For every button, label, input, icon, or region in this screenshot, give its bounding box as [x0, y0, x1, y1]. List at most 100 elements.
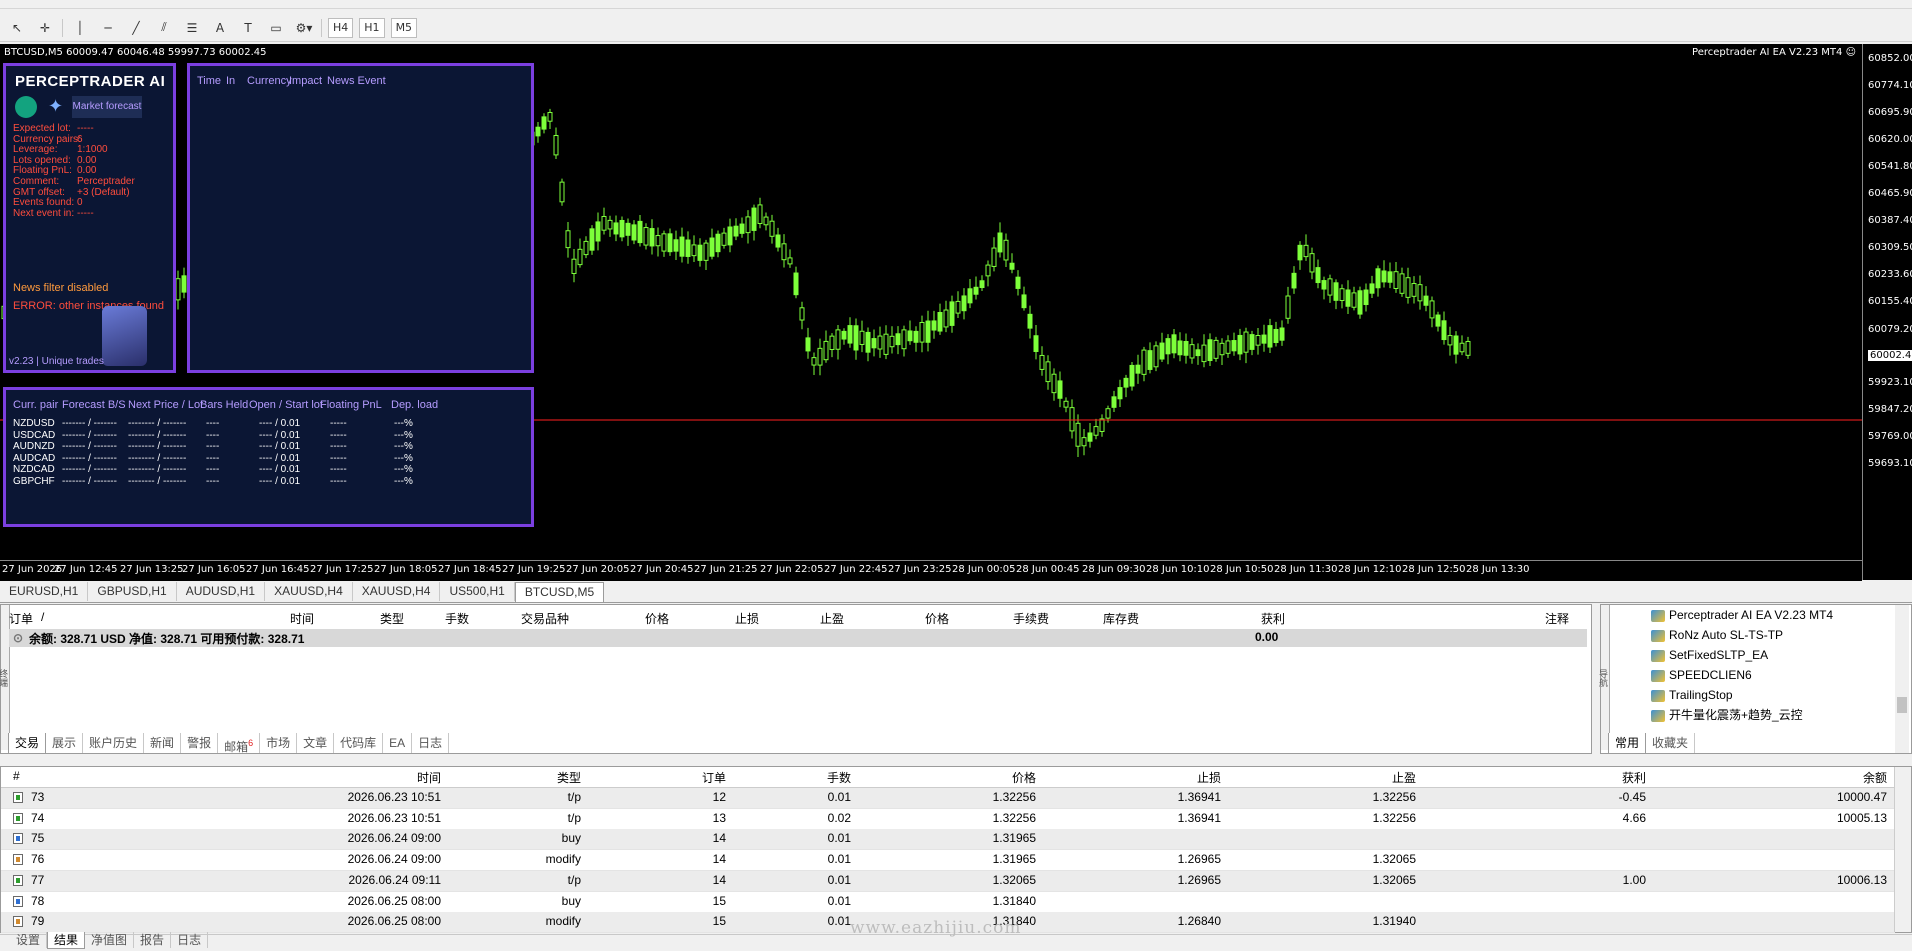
chatgpt-icon[interactable] — [15, 96, 37, 118]
candle-body — [973, 286, 979, 295]
market-forecast-button[interactable]: Market forecast — [72, 96, 142, 118]
scroll-thumb[interactable] — [1897, 697, 1907, 713]
cell-time: 2026.06.24 09:00 — [347, 831, 441, 846]
channel-icon[interactable]: ⫽ — [153, 18, 175, 38]
stat-label: Leverage: — [13, 144, 58, 156]
cell-type: buy — [561, 893, 581, 908]
terminal-tab[interactable]: EA — [383, 733, 413, 753]
sparkle-icon[interactable]: ✦ — [48, 96, 63, 117]
rectangle-icon[interactable]: ▭ — [265, 18, 287, 38]
candle-body — [1063, 400, 1069, 408]
symbol-tab[interactable]: XAUUSD,H4 — [353, 582, 441, 601]
navigator-ea-label: TrailingStop — [1669, 688, 1733, 702]
table-row[interactable]: 77 2026.06.24 09:11 t/p 14 0.01 1.32065 1.2696… — [1, 870, 1895, 892]
terminal-tab[interactable]: 日志 — [412, 733, 450, 753]
cursor-icon[interactable]: ↖ — [6, 18, 28, 38]
terminal-tab[interactable]: 邮箱6 — [218, 733, 261, 754]
take-profit-icon — [13, 874, 23, 886]
time-label: 27 Jun 22:45 — [824, 564, 888, 575]
navigator-ea-item[interactable]: SetFixedSLTP_EA — [1651, 646, 1768, 665]
navigator-tabs: 常用 收藏夹 — [1608, 733, 1696, 754]
tester-scrollbar[interactable] — [1894, 767, 1911, 932]
trendline-icon[interactable]: ╱ — [125, 18, 147, 38]
navigator-ea-item[interactable]: SPEEDCLIEN6 — [1651, 666, 1752, 685]
navigator-ea-item[interactable]: 开牛量化震荡+趋势_云控 — [1651, 706, 1803, 725]
pairs-cell-open: ---- / 0.01 — [259, 429, 301, 441]
navigator-ea-item[interactable]: RoNz Auto SL-TS-TP — [1651, 626, 1783, 645]
tester-tab[interactable]: 报告 — [134, 932, 172, 948]
navigator-window: 导航 Perceptrader AI EA V2.23 MT4 RoNz Auto… — [1597, 604, 1912, 754]
table-row[interactable]: 73 2026.06.23 10:51 t/p 12 0.01 1.32256 1.3694… — [1, 788, 1895, 809]
terminal-tab[interactable]: 市场 — [260, 733, 298, 753]
candle-body — [1171, 334, 1177, 354]
candle-body — [787, 257, 793, 265]
navigator-tab[interactable]: 收藏夹 — [1646, 733, 1696, 753]
timeframe-h4[interactable]: H4 — [328, 17, 354, 38]
candle-body — [673, 239, 679, 252]
candle-body — [1291, 272, 1297, 289]
stat-label: Currency pairs: — [13, 133, 81, 145]
terminal-header-cell: 手数 — [444, 612, 469, 626]
pairs-cell-pnl: ----- — [330, 464, 347, 476]
terminal-tab[interactable]: 展示 — [46, 733, 84, 753]
candle-body — [1093, 426, 1099, 436]
pairs-cell-load: ---% — [394, 429, 413, 441]
timeframe-m5[interactable]: M5 — [390, 17, 418, 38]
fibo-icon[interactable]: ☰ — [181, 18, 203, 38]
candle-body — [1411, 283, 1417, 297]
tester-header-cell: 手数 — [826, 771, 851, 785]
candle-body — [1267, 325, 1273, 348]
candle-body — [1039, 354, 1045, 370]
symbol-tab[interactable]: US500,H1 — [440, 582, 515, 601]
navigator-side-label: 导航 — [1597, 605, 1610, 750]
terminal-tab[interactable]: 警报 — [181, 733, 219, 753]
terminal-tab[interactable]: 文章 — [297, 733, 335, 753]
terminal-tab[interactable]: 代码库 — [334, 733, 384, 753]
timeframe-h1[interactable]: H1 — [359, 17, 385, 38]
pairs-cell-open: ---- / 0.01 — [259, 441, 301, 453]
horizontal-line-icon[interactable]: ─ — [97, 18, 119, 38]
tester-tab[interactable]: 设置 — [10, 932, 48, 948]
candle-body — [1081, 437, 1087, 447]
candle-body — [1015, 276, 1021, 289]
time-label: 27 Jun 18:45 — [438, 564, 502, 575]
pairs-cell-pnl: ----- — [330, 429, 347, 441]
table-row[interactable]: 76 2026.06.24 09:00 modify 14 0.01 1.31965 1.2… — [1, 850, 1895, 872]
table-row[interactable]: 74 2026.06.23 10:51 t/p 13 0.02 1.32256 1.3694… — [1, 809, 1895, 830]
terminal-tab[interactable]: 新闻 — [144, 733, 182, 753]
expand-icon[interactable]: ⊙ — [13, 631, 23, 645]
tester-tab[interactable]: 净值图 — [85, 932, 135, 948]
symbol-tab[interactable]: BTCUSD,M5 — [514, 582, 605, 602]
table-row[interactable]: 78 2026.06.25 08:00 buy 15 0.01 1.31840 — [1, 892, 1895, 913]
tester-tab[interactable]: 日志 — [171, 932, 209, 948]
symbol-tab[interactable]: AUDUSD,H1 — [177, 582, 266, 601]
terminal-tab[interactable]: 交易 — [8, 733, 47, 754]
symbol-tab[interactable]: GBPUSD,H1 — [88, 582, 177, 601]
navigator-tab[interactable]: 常用 — [1608, 733, 1647, 754]
terminal-tab[interactable]: 账户历史 — [83, 733, 145, 753]
candle-body — [1309, 253, 1315, 273]
symbol-tab[interactable]: XAUUSD,H4 — [265, 582, 353, 601]
candle-body — [829, 335, 835, 351]
table-row[interactable]: 75 2026.06.24 09:00 buy 14 0.01 1.31965 — [1, 829, 1895, 851]
candle-body — [1021, 294, 1027, 309]
time-label: 27 Jun 13:25 — [120, 564, 184, 575]
cell-n: 77 — [31, 872, 45, 887]
symbol-tab[interactable]: EURUSD,H1 — [0, 582, 89, 601]
tester-tab[interactable]: 结果 — [47, 932, 86, 949]
cell-time: 2026.06.23 10:51 — [347, 790, 441, 804]
crosshair-icon[interactable]: ✛ — [34, 18, 56, 38]
candle-body — [181, 275, 187, 293]
shapes-icon[interactable]: ⚙▾ — [293, 18, 315, 38]
cell-lots: 0.01 — [827, 790, 851, 804]
cell-order: 14 — [712, 852, 726, 867]
terminal-header-cell: 价格 — [644, 612, 669, 626]
price-label: 59769.00 — [1868, 431, 1912, 442]
navigator-ea-item[interactable]: TrailingStop — [1651, 686, 1733, 705]
vertical-line-icon[interactable]: │ — [69, 18, 91, 38]
label-icon[interactable]: T — [237, 18, 259, 38]
text-icon[interactable]: A — [209, 18, 231, 38]
stat-value: 0.00 — [77, 154, 97, 166]
navigator-ea-item[interactable]: Perceptrader AI EA V2.23 MT4 — [1651, 606, 1833, 625]
navigator-scrollbar[interactable] — [1895, 605, 1909, 753]
